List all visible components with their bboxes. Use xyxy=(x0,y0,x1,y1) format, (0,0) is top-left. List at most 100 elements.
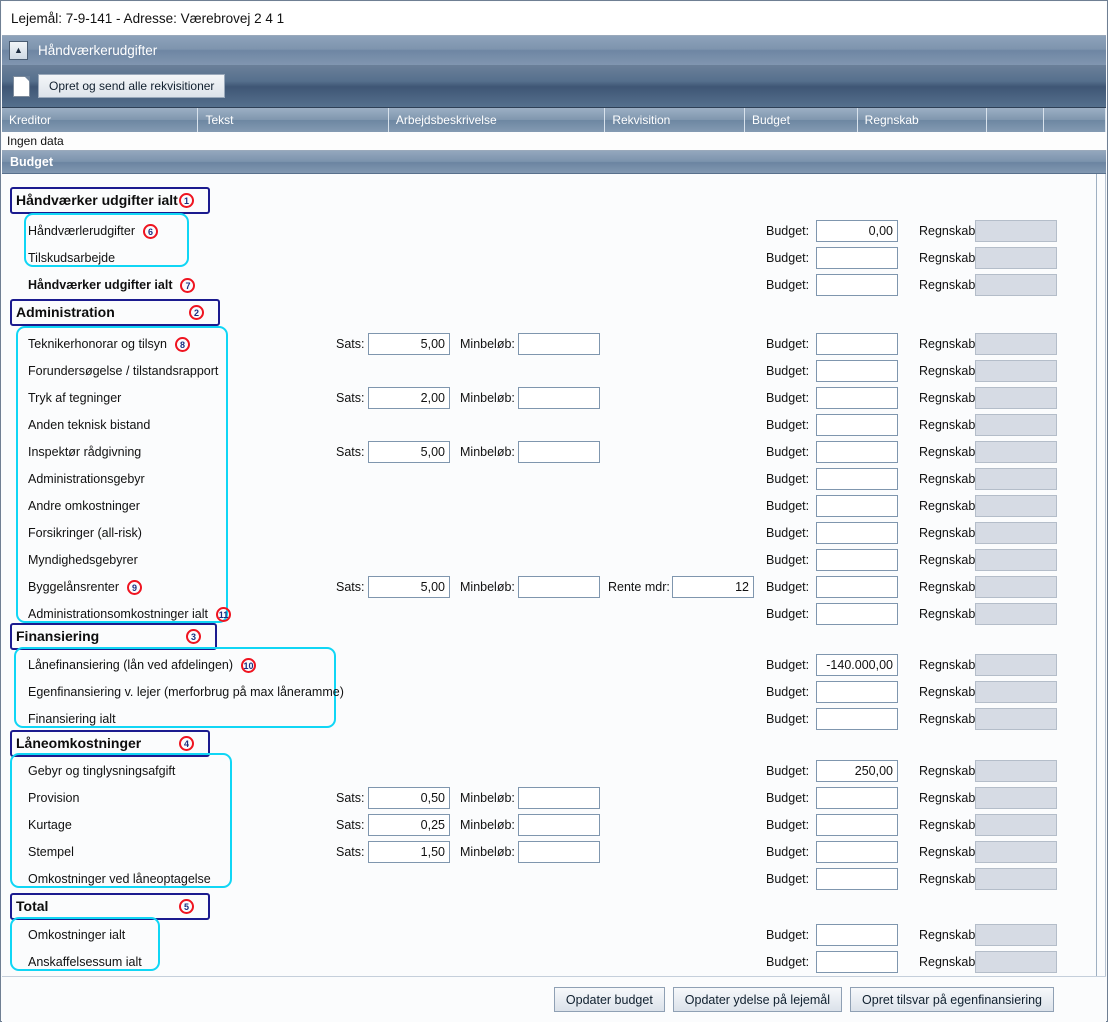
budget-label: Budget: xyxy=(766,658,810,672)
regnskab-input xyxy=(975,549,1057,571)
grid-column-header[interactable]: Regnskab xyxy=(858,108,988,132)
sats-input[interactable]: 5,00 xyxy=(368,576,450,598)
sats-input[interactable]: 0,25 xyxy=(368,814,450,836)
budget-label: Budget: xyxy=(766,499,810,513)
minbelob-input[interactable] xyxy=(518,814,600,836)
minbelob-input[interactable] xyxy=(518,387,600,409)
sats-input[interactable]: 2,00 xyxy=(368,387,450,409)
sats-input[interactable]: 0,50 xyxy=(368,787,450,809)
rente-mdr-input[interactable]: 12 xyxy=(672,576,754,598)
annotation-marker: 7 xyxy=(180,278,196,293)
minbelob-input[interactable] xyxy=(518,787,600,809)
grid-column-header[interactable]: Kreditor xyxy=(2,108,199,132)
regnskab-label: Regnskab: xyxy=(919,845,979,859)
budget-bar-label: Budget xyxy=(10,155,54,169)
budget-input[interactable]: 250,00 xyxy=(816,760,898,782)
regnskab-input xyxy=(975,387,1057,409)
document-icon xyxy=(13,75,30,97)
grid-header: Kreditor Tekst Arbejdsbeskrivelse Rekvisiti… xyxy=(2,108,1107,132)
budget-input[interactable] xyxy=(816,414,898,436)
annotation-marker: 5 xyxy=(179,899,194,914)
budget-input[interactable] xyxy=(816,468,898,490)
grid-column-header[interactable]: Arbejdsbeskrivelse xyxy=(389,108,606,132)
budget-label: Budget: xyxy=(766,251,810,265)
budget-input[interactable] xyxy=(816,549,898,571)
budget-input[interactable] xyxy=(816,387,898,409)
footer-button-3[interactable]: Opret tilsvar på egenfinansiering xyxy=(850,987,1054,1012)
sats-input[interactable]: 1,50 xyxy=(368,841,450,863)
grid-column-header[interactable]: Rekvisition xyxy=(605,108,745,132)
regnskab-input xyxy=(975,441,1057,463)
budget-input[interactable] xyxy=(816,576,898,598)
budget-input[interactable] xyxy=(816,814,898,836)
regnskab-label: Regnskab: xyxy=(919,224,979,238)
grid-column-header[interactable]: Tekst xyxy=(198,108,389,132)
budget-input[interactable] xyxy=(816,924,898,946)
row-label: Teknikerhonorar og tilsyn xyxy=(28,337,167,351)
sats-label: Sats: xyxy=(336,445,365,459)
row-label: Anden teknisk bistand xyxy=(28,418,151,432)
footer-button-2[interactable]: Opdater ydelse på lejemål xyxy=(672,987,843,1012)
regnskab-input xyxy=(975,951,1057,973)
minbelob-input[interactable] xyxy=(518,441,600,463)
row-label: Stempel xyxy=(28,845,74,859)
regnskab-label: Regnskab: xyxy=(919,278,979,292)
regnskab-input xyxy=(975,468,1057,490)
create-send-requisitions-button[interactable]: Opret og send alle rekvisitioner xyxy=(38,74,226,98)
section-title-1: Håndværker udgifter ialt xyxy=(16,192,178,208)
budget-input[interactable] xyxy=(816,841,898,863)
row-label: Finansiering ialt xyxy=(28,712,116,726)
sats-label: Sats: xyxy=(336,818,365,832)
group-header-label: Håndværkerudgifter xyxy=(38,43,158,58)
budget-input[interactable]: -140.000,00 xyxy=(816,654,898,676)
budget-input[interactable] xyxy=(816,708,898,730)
budget-input[interactable] xyxy=(816,787,898,809)
annotation-marker: 1 xyxy=(179,193,194,208)
budget-input[interactable] xyxy=(816,247,898,269)
regnskab-input xyxy=(975,220,1057,242)
sats-input[interactable]: 5,00 xyxy=(368,441,450,463)
budget-input[interactable] xyxy=(816,441,898,463)
budget-input[interactable] xyxy=(816,333,898,355)
row-label: Byggelånsrenter xyxy=(28,580,120,594)
budget-form-panel[interactable]: Håndværker udgifter ialt 1 Håndværlerudgif… xyxy=(2,174,1106,1021)
grid-column-header[interactable] xyxy=(987,108,1045,132)
budget-input[interactable] xyxy=(816,360,898,382)
budget-input[interactable] xyxy=(816,681,898,703)
regnskab-input xyxy=(975,924,1057,946)
section-title-3: Finansiering xyxy=(16,628,100,644)
row-label: Tryk af tegninger xyxy=(28,391,122,405)
chevron-up-icon[interactable]: ▲ xyxy=(9,41,28,60)
row-label: Omkostninger ialt xyxy=(28,928,126,942)
budget-input[interactable]: 0,00 xyxy=(816,220,898,242)
budget-label: Budget: xyxy=(766,955,810,969)
row-label: Inspektør rådgivning xyxy=(28,445,142,459)
row-label: Andre omkostninger xyxy=(28,499,140,513)
sats-input[interactable]: 5,00 xyxy=(368,333,450,355)
budget-input[interactable] xyxy=(816,522,898,544)
budget-label: Budget: xyxy=(766,685,810,699)
minbelob-input[interactable] xyxy=(518,576,600,598)
title-bar: Lejemål: 7-9-141 - Adresse: Værebrovej 2… xyxy=(2,2,1106,36)
minbelob-input[interactable] xyxy=(518,333,600,355)
budget-label: Budget: xyxy=(766,445,810,459)
budget-label: Budget: xyxy=(766,337,810,351)
row-label: Provision xyxy=(28,791,80,805)
budget-input[interactable] xyxy=(816,603,898,625)
regnskab-label: Regnskab: xyxy=(919,818,979,832)
regnskab-label: Regnskab: xyxy=(919,712,979,726)
budget-input[interactable] xyxy=(816,951,898,973)
budget-input[interactable] xyxy=(816,495,898,517)
footer-button-1[interactable]: Opdater budget xyxy=(553,987,665,1012)
budget-input[interactable] xyxy=(816,274,898,296)
minbelob-input[interactable] xyxy=(518,841,600,863)
grid-column-header[interactable] xyxy=(1044,108,1107,132)
budget-label: Budget: xyxy=(766,278,810,292)
grid-column-header[interactable]: Budget xyxy=(745,108,858,132)
budget-label: Budget: xyxy=(766,364,810,378)
annotation-marker: 10 xyxy=(241,658,257,673)
budget-input[interactable] xyxy=(816,868,898,890)
regnskab-label: Regnskab: xyxy=(919,499,979,513)
annotation-marker: 8 xyxy=(174,337,190,352)
footer-toolbar: Opdater budget Opdater ydelse på lejemål O… xyxy=(2,976,1106,1022)
